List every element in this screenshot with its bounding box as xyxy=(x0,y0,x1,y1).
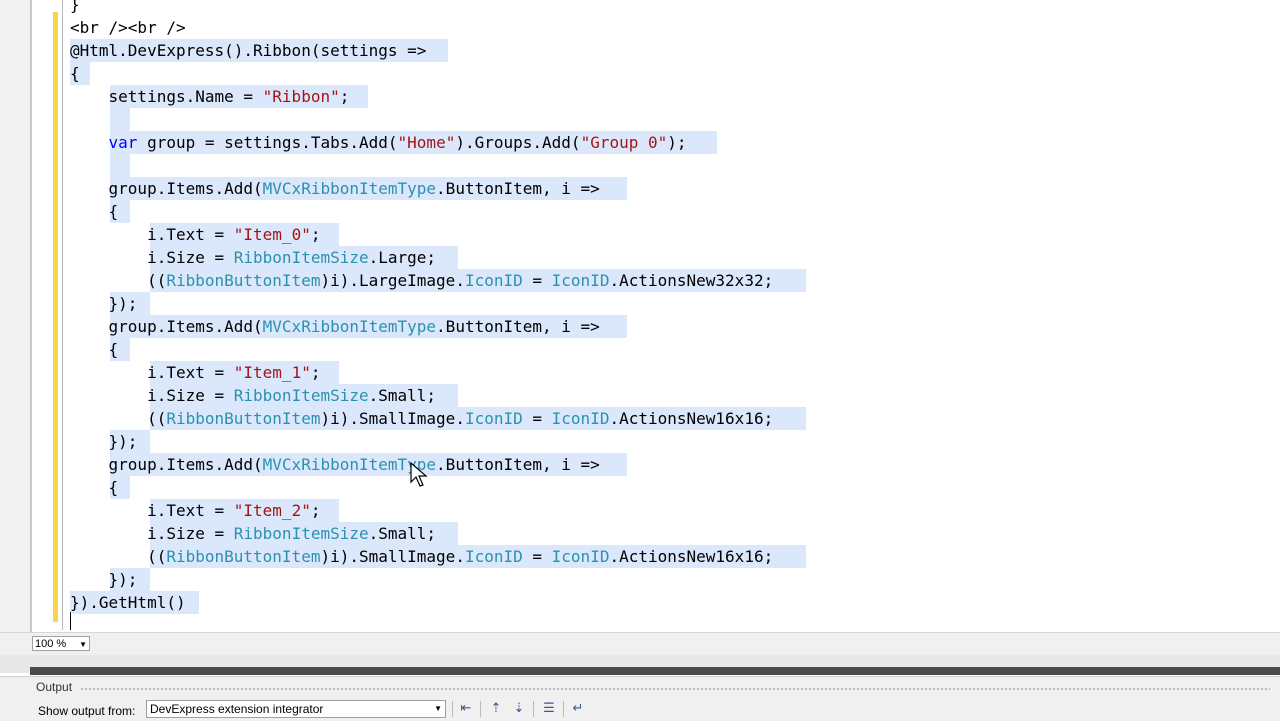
code-line[interactable]: i.Size = RibbonItemSize.Small; xyxy=(70,384,436,407)
horizontal-scrollbar[interactable] xyxy=(0,655,1280,675)
toolbar-separator xyxy=(480,701,481,717)
code-line[interactable]: group.Items.Add(MVCxRibbonItemType.Butto… xyxy=(70,453,600,476)
gutter-divider xyxy=(30,0,32,660)
code-line[interactable]: }); xyxy=(70,430,138,453)
code-line[interactable]: ((RibbonButtonItem)i).SmallImage.IconID … xyxy=(70,407,773,430)
output-panel-title: Output xyxy=(36,680,73,694)
toolbar-separator xyxy=(452,701,453,717)
code-line[interactable]: } xyxy=(70,0,80,16)
text-caret xyxy=(70,612,71,630)
mouse-cursor-icon xyxy=(410,462,428,487)
show-output-label: Show output from: xyxy=(38,704,136,718)
code-line[interactable]: i.Text = "Item_1"; xyxy=(70,361,320,384)
code-line[interactable]: }).GetHtml() xyxy=(70,591,186,614)
zoom-value: 100 % xyxy=(35,638,67,650)
output-panel: Output Show output from: DevExpress exte… xyxy=(0,676,1280,721)
goto-next-icon[interactable]: ⇣ xyxy=(510,701,528,717)
editor-status-bar: 100 % ▼ xyxy=(0,632,1280,655)
code-line[interactable]: }); xyxy=(70,292,138,315)
code-line[interactable]: settings.Name = "Ribbon"; xyxy=(70,85,350,108)
code-line[interactable]: { xyxy=(70,476,119,499)
code-line[interactable]: ((RibbonButtonItem)i).SmallImage.IconID … xyxy=(70,545,773,568)
clear-all-icon[interactable]: ☰ xyxy=(540,701,558,717)
selection-highlight xyxy=(109,154,130,177)
margin-gutter xyxy=(0,0,31,660)
code-line[interactable]: { xyxy=(70,338,119,361)
code-line[interactable]: i.Text = "Item_2"; xyxy=(70,499,320,522)
output-source-select[interactable]: DevExpress extension integrator ▼ xyxy=(146,700,446,718)
scrollbar-thumb[interactable] xyxy=(30,667,1280,675)
code-line[interactable]: { xyxy=(70,62,80,85)
code-line[interactable]: @Html.DevExpress().Ribbon(settings => xyxy=(70,39,426,62)
toolbar-separator xyxy=(563,701,564,717)
code-line[interactable]: group.Items.Add(MVCxRibbonItemType.Butto… xyxy=(70,315,600,338)
code-line[interactable]: { xyxy=(70,200,119,223)
code-editor[interactable]: } <br /><br /> @Html.DevExpress().Ribbon(s… xyxy=(66,0,1280,632)
goto-prev-icon[interactable]: ⇡ xyxy=(487,701,505,717)
code-line[interactable]: group.Items.Add(MVCxRibbonItemType.Butto… xyxy=(70,177,600,200)
code-line[interactable]: i.Text = "Item_0"; xyxy=(70,223,320,246)
change-tracking-bar xyxy=(53,12,58,622)
chevron-down-icon: ▼ xyxy=(434,704,442,713)
panel-grip[interactable] xyxy=(80,687,1270,691)
chevron-down-icon: ▼ xyxy=(79,640,87,649)
find-message-icon[interactable]: ⇤ xyxy=(457,701,475,717)
outlining-line xyxy=(62,0,63,630)
selection-highlight xyxy=(109,108,130,131)
word-wrap-icon[interactable]: ↵ xyxy=(569,701,587,717)
toolbar-separator xyxy=(533,701,534,717)
code-line[interactable]: }); xyxy=(70,568,138,591)
code-line[interactable]: i.Size = RibbonItemSize.Small; xyxy=(70,522,436,545)
output-source-value: DevExpress extension integrator xyxy=(150,702,324,716)
code-line[interactable]: i.Size = RibbonItemSize.Large; xyxy=(70,246,436,269)
code-line[interactable]: <br /><br /> xyxy=(70,16,186,39)
zoom-dropdown[interactable]: 100 % ▼ xyxy=(32,636,90,651)
code-line[interactable]: ((RibbonButtonItem)i).LargeImage.IconID … xyxy=(70,269,773,292)
code-line[interactable]: var group = settings.Tabs.Add("Home").Gr… xyxy=(70,131,687,154)
